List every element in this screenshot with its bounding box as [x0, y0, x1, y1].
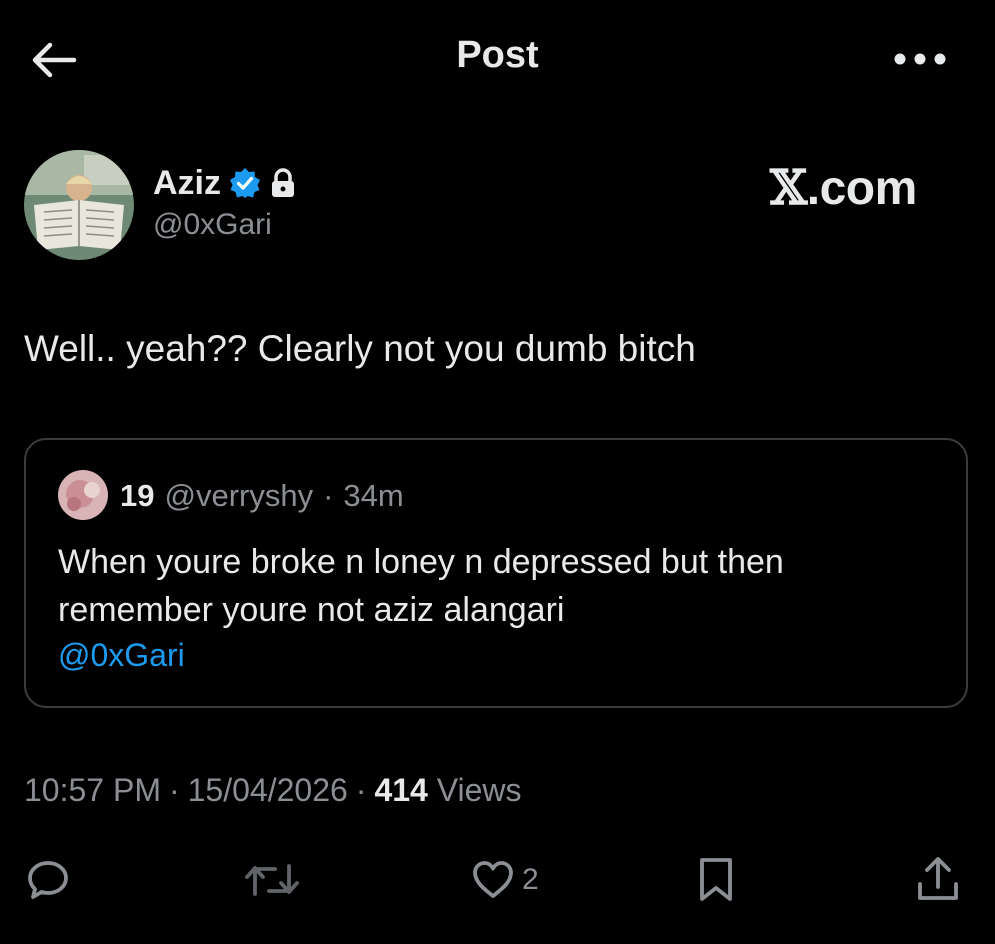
author-avatar[interactable] — [24, 150, 134, 260]
x-logo-icon: 𝕏 — [770, 160, 807, 216]
lock-icon — [272, 168, 294, 197]
quoted-author-name[interactable]: 19 — [120, 478, 154, 514]
verified-badge-icon — [230, 168, 260, 198]
tweet-meta: 10:57 PM · 15/04/2026 · 414 Views — [24, 772, 522, 809]
reply-button[interactable] — [24, 852, 72, 908]
brand-suffix: .com — [806, 162, 918, 215]
quoted-tweet-text: When youre broke n loney n depressed but… — [58, 543, 784, 629]
views-link[interactable]: 414 Views — [374, 772, 521, 809]
views-label: Views — [436, 772, 522, 808]
like-button[interactable]: 2 — [470, 852, 539, 908]
bookmark-button[interactable] — [694, 852, 738, 908]
more-options-button[interactable] — [892, 48, 948, 70]
quoted-tweet-mention-link[interactable]: @0xGari — [58, 637, 185, 674]
views-count: 414 — [374, 772, 428, 808]
author-name[interactable]: Aziz — [153, 164, 221, 203]
author-handle[interactable]: @0xGari — [153, 208, 272, 242]
meta-separator: · — [355, 772, 367, 808]
tweet-text: Well.. yeah?? Clearly not you dumb bitch — [24, 328, 696, 369]
brand-watermark: 𝕏.com — [770, 160, 917, 216]
reply-icon — [28, 861, 68, 899]
quoted-author-handle[interactable]: @verryshy — [164, 478, 313, 514]
quoted-tweet-time: 34m — [343, 478, 404, 513]
more-horizontal-icon — [894, 53, 946, 65]
quoted-author-avatar[interactable] — [58, 470, 108, 520]
tweet-date: 15/04/2026 — [187, 772, 348, 808]
like-count: 2 — [522, 863, 539, 896]
retweet-icon — [245, 864, 299, 896]
author-name-row[interactable]: Aziz — [153, 163, 297, 203]
tweet-time: 10:57 PM — [24, 772, 161, 808]
meta-separator: · — [168, 772, 180, 808]
retweet-button[interactable] — [242, 852, 302, 908]
quoted-tweet-header: 19 @verryshy · 34m — [120, 478, 404, 514]
share-button[interactable] — [914, 852, 962, 908]
heart-icon — [473, 861, 513, 898]
quoted-separator: · — [323, 478, 334, 513]
bookmark-icon — [700, 858, 732, 901]
page-title: Post — [456, 34, 539, 76]
share-icon — [918, 857, 958, 900]
